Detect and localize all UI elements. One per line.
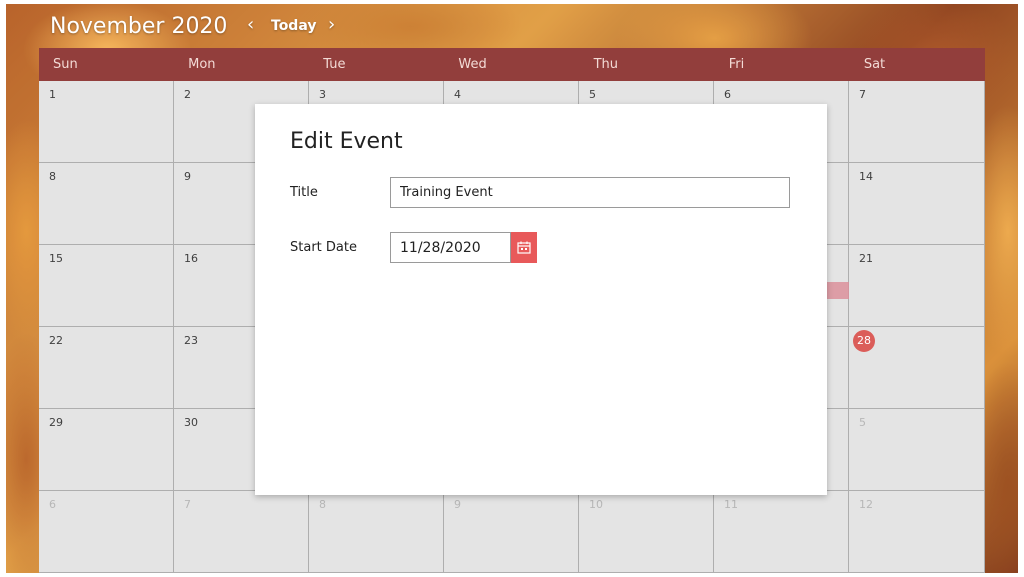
title-label: Title	[290, 185, 318, 200]
start-date-label: Start Date	[290, 240, 357, 255]
title-input[interactable]	[390, 177, 790, 208]
edit-event-dialog: Edit Event Title Start Date	[255, 104, 827, 495]
dialog-title: Edit Event	[290, 129, 403, 154]
calendar-icon	[517, 241, 531, 254]
date-picker-button[interactable]	[511, 232, 537, 263]
calendar-app: November 2020 ‹ Today › Sun Mon Tue Wed …	[6, 4, 1018, 573]
start-date-input[interactable]	[390, 232, 511, 263]
